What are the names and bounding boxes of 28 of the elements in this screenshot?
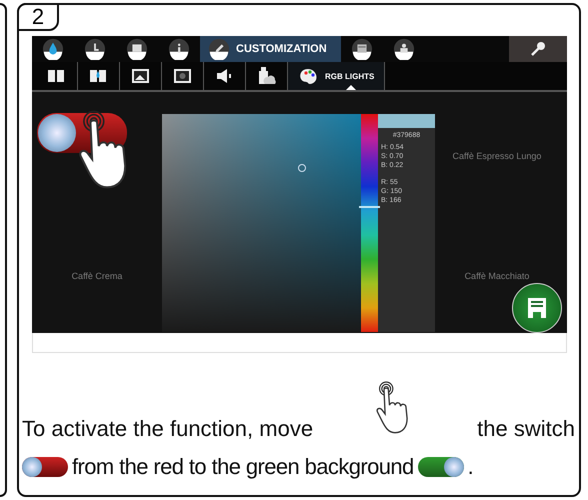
drop-icon: [42, 38, 64, 60]
color-field[interactable]: [162, 114, 361, 332]
pencil-icon: [208, 38, 230, 60]
palette-icon: [298, 66, 319, 86]
step-number: 2: [17, 3, 59, 31]
drink-label: Caffè Espresso Lungo: [452, 150, 542, 160]
hue-slider[interactable]: [361, 114, 378, 332]
instruction-text: To activate the function, move: [22, 416, 314, 442]
color-preview: [378, 114, 435, 128]
picture-icon: [130, 66, 151, 86]
save-button[interactable]: [512, 283, 562, 333]
drink-label: Caffè Macchiato: [464, 271, 530, 281]
calendar-icon: [350, 38, 373, 60]
instruction-text: .: [468, 454, 474, 480]
instruction-text: from the red to the green background: [72, 454, 414, 480]
info-icon: [168, 38, 190, 60]
rgb-lights-tab[interactable]: RGB LIGHTS: [288, 62, 386, 90]
hue-marker[interactable]: [359, 206, 380, 208]
framed-picture-icon: [172, 66, 193, 86]
customization-tab[interactable]: CUSTOMIZATION: [200, 36, 341, 62]
drink-label: Caffè Crema: [72, 271, 122, 281]
screen-icon: [126, 38, 148, 60]
wrench-icon[interactable]: [530, 41, 546, 57]
bottle-cloud-icon: [256, 66, 277, 86]
person-icon: [392, 38, 415, 60]
picker-handle[interactable]: [298, 164, 306, 172]
instruction-text: the switch: [477, 416, 575, 442]
clock-icon: [84, 38, 106, 60]
